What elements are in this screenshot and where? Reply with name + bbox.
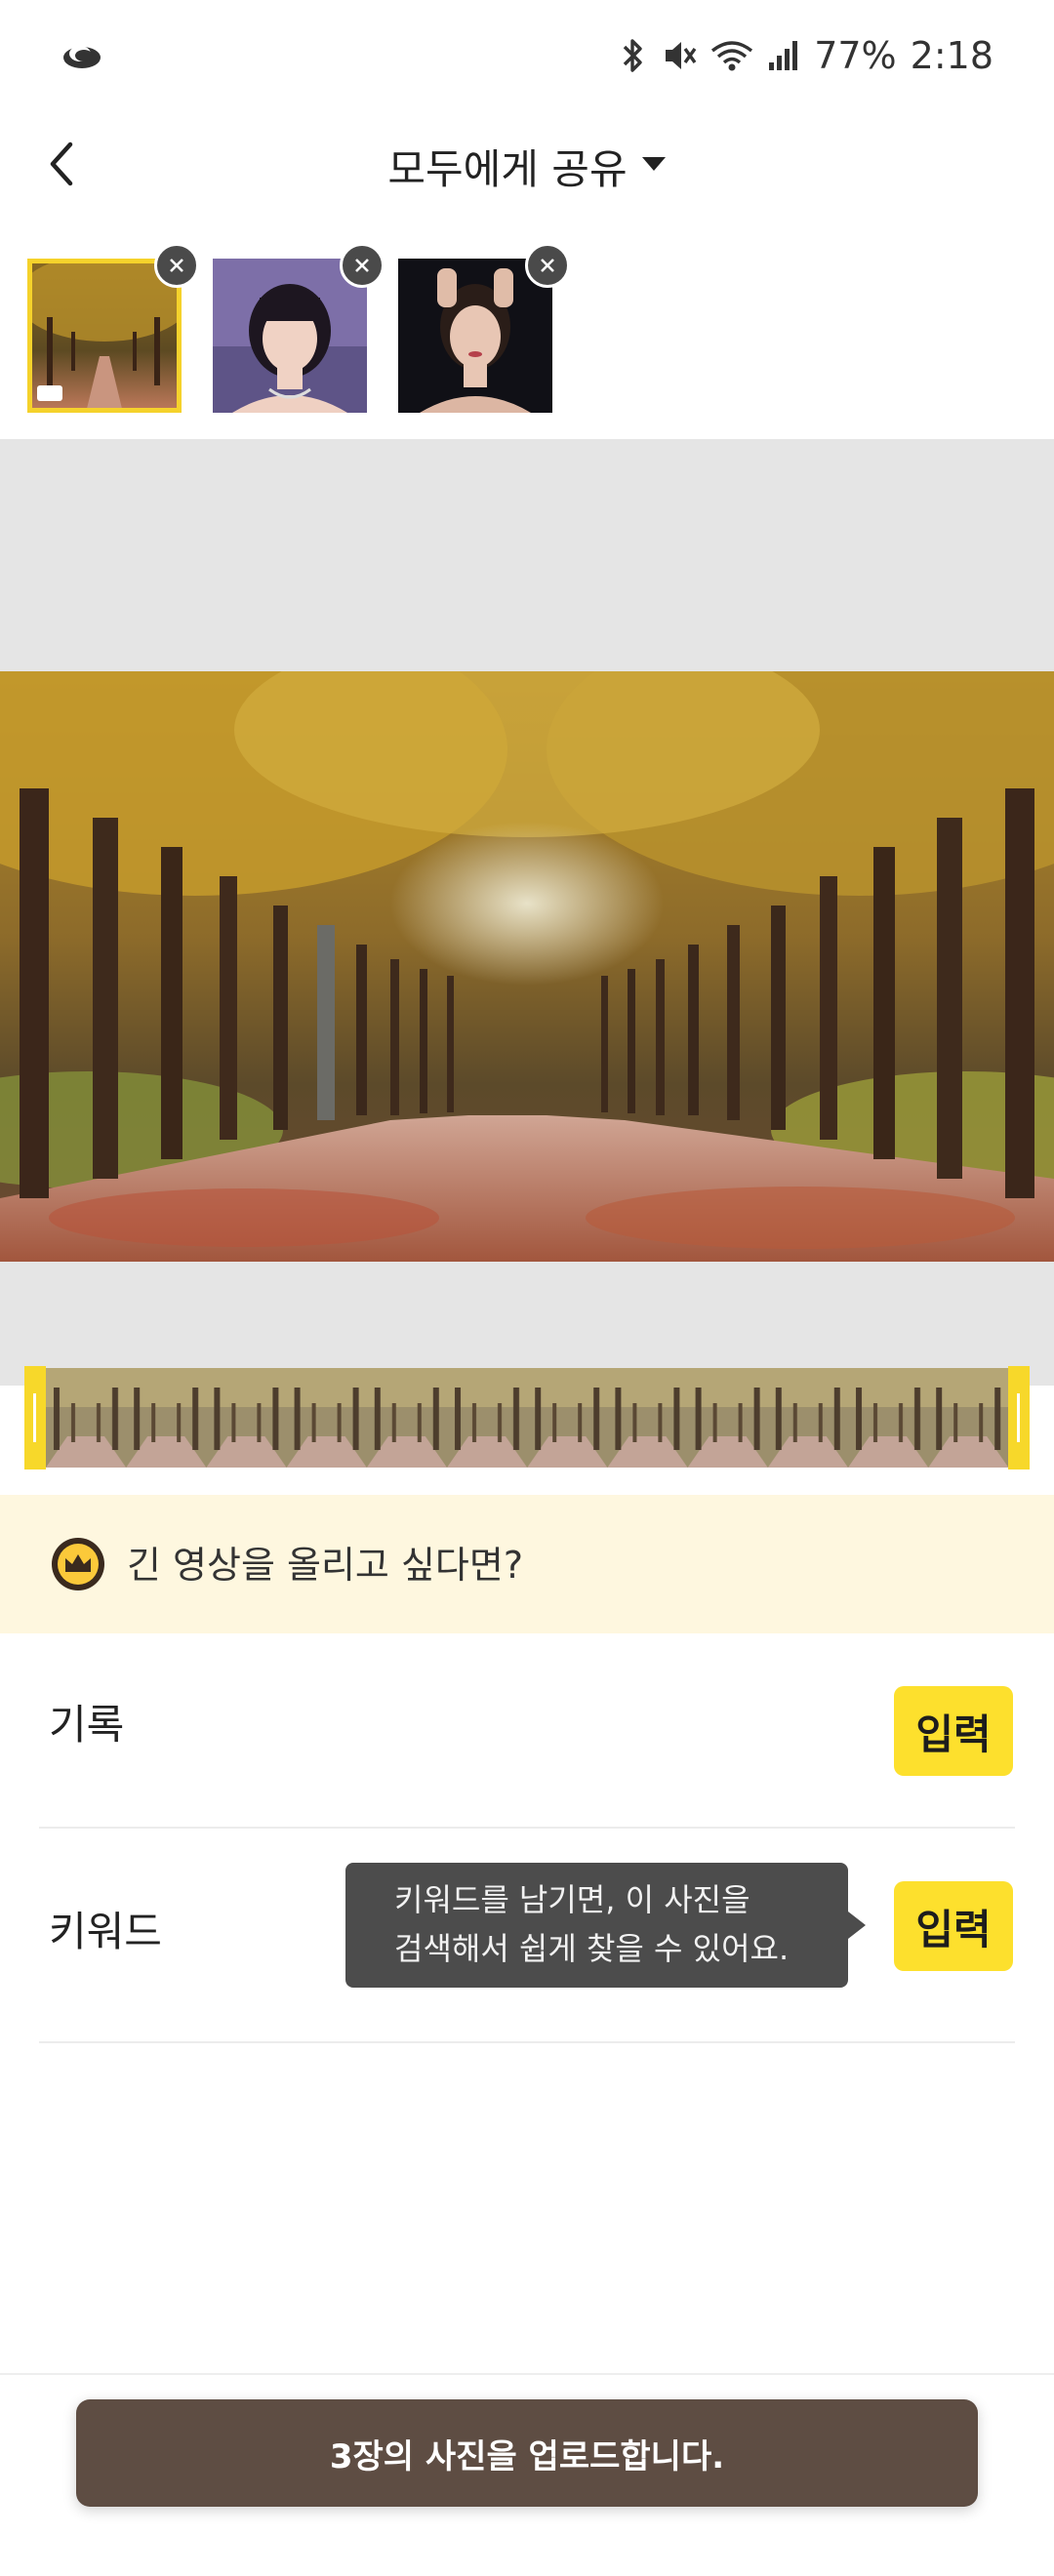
video-trim-bar[interactable] <box>24 1366 1030 1469</box>
selected-photos-strip <box>0 239 1054 434</box>
frame-strip <box>46 1368 1008 1468</box>
tooltip-arrow <box>848 1912 866 1939</box>
dropdown-caret-icon <box>641 155 667 177</box>
keyword-input-button[interactable]: 입력 <box>894 1881 1013 1971</box>
portrait-2-thumbnail <box>398 259 552 413</box>
photo-thumbnail-1[interactable] <box>27 259 182 413</box>
app-notification-icon <box>61 39 103 72</box>
premium-banner-text: 긴 영상을 올리고 싶다면? <box>127 1544 524 1587</box>
battery-percent: 77% <box>814 34 897 77</box>
remove-photo-2-button[interactable] <box>340 243 385 288</box>
divider <box>39 1827 1015 1829</box>
keyword-tooltip: 키워드를 남기면, 이 사진을 검색해서 쉽게 찾을 수 있어요. <box>345 1863 848 1988</box>
close-icon <box>541 259 554 272</box>
video-badge-icon <box>37 385 62 401</box>
back-button[interactable] <box>27 129 98 199</box>
bluetooth-icon <box>619 37 648 74</box>
crown-icon <box>51 1537 105 1591</box>
record-label: 기록 <box>49 1701 125 1749</box>
mute-icon <box>662 37 697 74</box>
photo-thumbnail-3[interactable] <box>398 259 552 413</box>
trim-start-handle[interactable] <box>24 1366 46 1469</box>
divider <box>39 2041 1015 2043</box>
trim-end-handle[interactable] <box>1008 1366 1030 1469</box>
keyword-label: 키워드 <box>49 1908 162 1955</box>
handle-grip-icon <box>1017 1393 1020 1442</box>
remove-photo-3-button[interactable] <box>525 243 570 288</box>
upload-button[interactable]: 3장의 사진을 업로드합니다. <box>76 2399 978 2507</box>
clock: 2:18 <box>910 34 993 77</box>
portrait-1-thumbnail <box>213 259 367 413</box>
close-icon <box>355 259 369 272</box>
header: 모두에게 공유 <box>0 107 1054 224</box>
tooltip-line-2: 검색해서 쉽게 찾을 수 있어요. <box>394 1930 790 1967</box>
photo-thumbnail-2[interactable] <box>213 259 367 413</box>
record-input-button[interactable]: 입력 <box>894 1686 1013 1776</box>
tooltip-line-1: 키워드를 남기면, 이 사진을 <box>394 1881 750 1918</box>
frame-strip-images <box>46 1368 1008 1468</box>
status-right: 77% 2:18 <box>619 33 993 78</box>
premium-banner[interactable]: 긴 영상을 올리고 싶다면? <box>0 1495 1054 1633</box>
wifi-icon <box>710 37 753 74</box>
main-photo-preview[interactable] <box>0 671 1054 1262</box>
remove-photo-1-button[interactable] <box>154 243 199 288</box>
back-arrow-icon <box>50 141 73 186</box>
signal-icon <box>767 37 800 74</box>
share-scope-selector[interactable]: 모두에게 공유 <box>0 107 1054 224</box>
handle-grip-icon <box>33 1393 36 1442</box>
page-title: 모두에게 공유 <box>387 144 628 193</box>
autumn-road-photo <box>0 671 1054 1262</box>
status-bar: 77% 2:18 <box>0 0 1054 107</box>
close-icon <box>170 259 183 272</box>
